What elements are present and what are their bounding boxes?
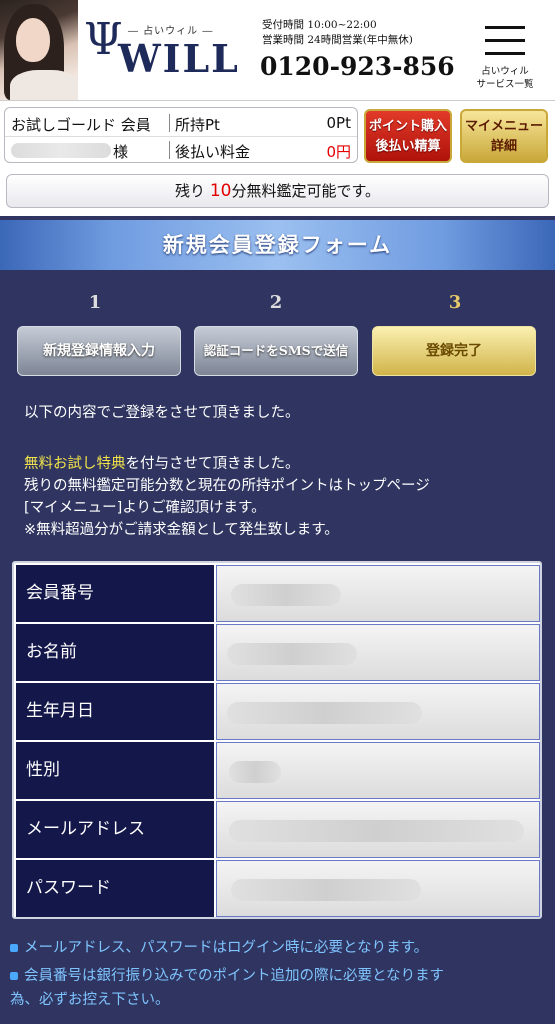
table-row: お名前 [16, 624, 540, 681]
row-label-member-number: 会員番号 [16, 565, 214, 622]
trial-bonus-highlight: 無料お試し特典 [24, 456, 126, 472]
free-minutes-banner: 残り 10分無料鑑定可能です。 [6, 174, 549, 208]
menu-label: 占いウィル サービス一覧 [476, 66, 534, 90]
table-row: パスワード [16, 860, 540, 917]
deferred-fee-value: 0円 [326, 143, 351, 161]
row-value-email [216, 801, 540, 858]
row-value-member-number [216, 565, 540, 622]
step-number-3: 3 [448, 292, 462, 313]
step-number-1: 1 [88, 292, 102, 313]
buy-points-button[interactable]: ポイント購入 後払い精算 [364, 109, 452, 163]
step-1-registration-input: 新規登録情報入力 [17, 326, 181, 376]
hamburger-icon [470, 18, 540, 55]
table-row: 生年月日 [16, 683, 540, 740]
step-2-sms-code: 認証コードをSMSで送信 [194, 326, 358, 376]
site-header: Ψ ― 占いウィル ― WILL 受付時間 10:00~22:00 営業時間 2… [0, 0, 555, 100]
message-registered: 以下の内容でご登録をさせて頂きました。 [24, 405, 300, 421]
registration-info-table: 会員番号 お名前 生年月日 性別 メールアドレス パスワード [12, 561, 542, 919]
row-value-birthdate [216, 683, 540, 740]
account-info-box: お試しゴールド 会員 所持Pt 0Pt 様 後払い料金 0円 [4, 107, 358, 163]
logo-subtitle: ― 占いウィル ― [128, 26, 214, 37]
row-label-password: パスワード [16, 860, 214, 917]
bullet-icon [10, 972, 18, 980]
phoenix-logo-icon: Ψ [84, 14, 123, 65]
points-label: 所持Pt [175, 116, 220, 134]
points-value: 0Pt [326, 114, 351, 132]
bullet-icon [10, 944, 18, 952]
row-label-name: お名前 [16, 624, 214, 681]
note-member-number: 会員番号は銀行振り込みでのポイント追加の際に必要となります 為、必ずお控え下さい… [10, 968, 445, 1008]
operating-hours: 営業時間 24時間営業(年中無休) [262, 34, 413, 46]
step-number-2: 2 [269, 292, 283, 313]
account-strip: お試しゴールド 会員 所持Pt 0Pt 様 後払い料金 0円 ポイント購入 後払… [0, 100, 555, 172]
table-row: 性別 [16, 742, 540, 799]
row-label-birthdate: 生年月日 [16, 683, 214, 740]
honorific: 様 [113, 143, 129, 161]
my-menu-button[interactable]: マイメニュー 詳細 [460, 109, 548, 163]
note-login-required: メールアドレス、パスワードはログイン時に必要となります。 [10, 936, 550, 960]
row-value-gender [216, 742, 540, 799]
free-minutes-count: 10 [209, 181, 232, 201]
phone-number[interactable]: 0120-923-856 [260, 52, 455, 81]
message-remaining-info: 残りの無料鑑定可能分数と現在の所持ポイントはトップページ [24, 478, 430, 494]
message-overage: ※無料超過分がご請求金額として発生致します。 [24, 522, 339, 538]
row-label-gender: 性別 [16, 742, 214, 799]
header-photo [0, 0, 78, 100]
row-label-email: メールアドレス [16, 801, 214, 858]
hamburger-menu-button[interactable]: 占いウィル サービス一覧 [470, 18, 540, 94]
blurred-user-name [11, 143, 111, 158]
table-row: メールアドレス [16, 801, 540, 858]
deferred-fee-label: 後払い料金 [175, 143, 251, 161]
message-mymenu: [マイメニュー]よりご確認頂けます。 [24, 500, 266, 516]
form-title: 新規会員登録フォーム [0, 220, 555, 270]
member-rank: お試しゴールド 会員 [11, 116, 151, 134]
site-logo[interactable]: WILL [118, 36, 240, 81]
message-trial-bonus: 無料お試し特典を付与させて頂きました。 [24, 456, 300, 472]
row-value-password [216, 860, 540, 917]
row-value-name [216, 624, 540, 681]
reception-hours: 受付時間 10:00~22:00 [262, 19, 377, 31]
step-3-complete: 登録完了 [372, 326, 536, 376]
business-hours: 受付時間 10:00~22:00 営業時間 24時間営業(年中無休) [262, 18, 413, 48]
table-row: 会員番号 [16, 565, 540, 622]
